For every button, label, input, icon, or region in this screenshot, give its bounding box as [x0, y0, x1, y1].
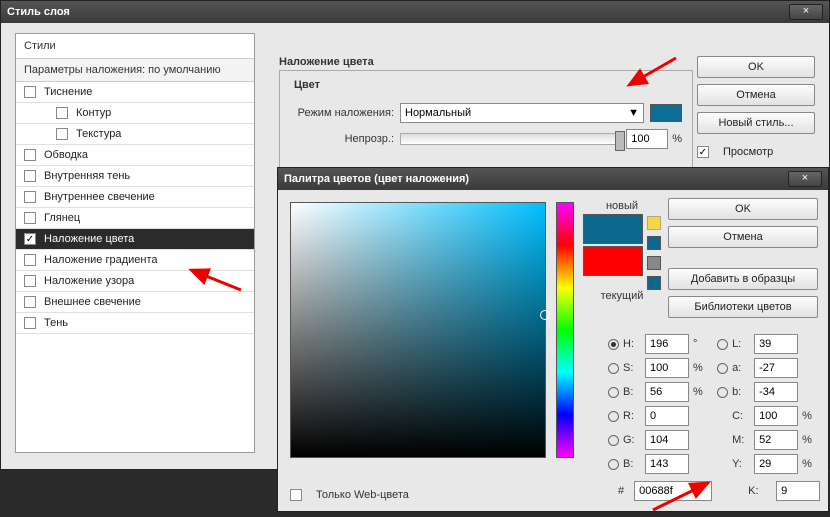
radio-g[interactable] [608, 435, 619, 446]
checkbox-icon[interactable] [24, 275, 36, 287]
styles-panel: Стили Параметры наложения: по умолчанию … [15, 33, 255, 453]
blend-mode-combo[interactable]: Нормальный ▼ [400, 103, 644, 123]
s-input[interactable] [645, 358, 689, 378]
add-swatch-button[interactable]: Добавить в образцы [668, 268, 818, 290]
ok-button[interactable]: OK [668, 198, 818, 220]
style-item-satin[interactable]: Глянец [16, 208, 254, 229]
a-input[interactable] [754, 358, 798, 378]
hue-slider[interactable] [556, 202, 574, 458]
current-color-label: текущий [586, 290, 658, 302]
layer-style-titlebar[interactable]: Стиль слоя × [1, 1, 829, 23]
radio-s[interactable] [608, 363, 619, 374]
checkbox-icon[interactable] [24, 296, 36, 308]
fieldset-title: Цвет [290, 79, 324, 91]
h-input[interactable] [645, 334, 689, 354]
opacity-input[interactable] [626, 129, 668, 149]
checkbox-icon[interactable] [56, 107, 68, 119]
checkbox-icon[interactable] [290, 489, 302, 501]
checkbox-icon[interactable] [24, 170, 36, 182]
b-lab-input[interactable] [754, 382, 798, 402]
b-hsb-input[interactable] [645, 382, 689, 402]
section-title: Наложение цвета [279, 56, 693, 68]
radio-r[interactable] [608, 411, 619, 422]
hex-input[interactable] [634, 481, 712, 501]
blend-options-header[interactable]: Параметры наложения: по умолчанию [16, 59, 254, 82]
style-item-stroke[interactable]: Обводка [16, 145, 254, 166]
new-color-label: новый [586, 200, 658, 212]
radio-l[interactable] [717, 339, 728, 350]
style-item-contour[interactable]: Контур [16, 103, 254, 124]
radio-b-lab[interactable] [717, 387, 728, 398]
style-item-color-overlay[interactable]: Наложение цвета [16, 229, 254, 250]
cancel-button[interactable]: Отмена [668, 226, 818, 248]
checkbox-icon[interactable] [24, 212, 36, 224]
style-item-emboss[interactable]: Тиснение [16, 82, 254, 103]
styles-header[interactable]: Стили [16, 34, 254, 59]
color-field[interactable] [290, 202, 546, 458]
style-item-inner-glow[interactable]: Внутреннее свечение [16, 187, 254, 208]
preview-row[interactable]: Просмотр [697, 146, 815, 158]
overlay-color-swatch[interactable] [650, 104, 682, 122]
checkbox-icon[interactable] [24, 149, 36, 161]
gamut-swatch[interactable] [647, 236, 661, 250]
close-icon[interactable]: × [789, 4, 823, 20]
opacity-slider[interactable] [400, 133, 620, 145]
radio-b-hsb[interactable] [608, 387, 619, 398]
close-icon[interactable]: × [788, 171, 822, 187]
g-input[interactable] [645, 430, 689, 450]
current-color-swatch[interactable] [583, 246, 643, 276]
hash-label: # [618, 485, 624, 497]
opacity-label: Непрозр.: [290, 133, 400, 145]
checkbox-icon[interactable] [24, 191, 36, 203]
style-item-gradient-overlay[interactable]: Наложение градиента [16, 250, 254, 271]
style-item-inner-shadow[interactable]: Внутренняя тень [16, 166, 254, 187]
style-item-drop-shadow[interactable]: Тень [16, 313, 254, 334]
m-input[interactable] [754, 430, 798, 450]
ok-button[interactable]: OK [697, 56, 815, 78]
gamut-warning-icon[interactable] [647, 216, 661, 230]
color-picker-buttons: OK Отмена Добавить в образцы Библиотеки … [668, 198, 818, 318]
new-color-swatch[interactable] [583, 214, 643, 244]
picker-cursor-icon [540, 310, 550, 320]
new-style-button[interactable]: Новый стиль... [697, 112, 815, 134]
hex-row: # K: % [618, 481, 830, 501]
radio-h[interactable] [608, 339, 619, 350]
percent-label: % [672, 133, 682, 145]
color-picker-dialog: Палитра цветов (цвет наложения) × новый [277, 167, 829, 512]
color-libraries-button[interactable]: Библиотеки цветов [668, 296, 818, 318]
radio-b-rgb[interactable] [608, 459, 619, 470]
chevron-down-icon: ▼ [628, 107, 639, 119]
color-picker-title: Палитра цветов (цвет наложения) [284, 173, 788, 185]
style-item-texture[interactable]: Текстура [16, 124, 254, 145]
layer-style-title: Стиль слоя [7, 6, 789, 18]
checkbox-icon[interactable] [24, 254, 36, 266]
c-input[interactable] [754, 406, 798, 426]
r-input[interactable] [645, 406, 689, 426]
k-input[interactable] [776, 481, 820, 501]
websafe-warning-icon[interactable] [647, 256, 661, 270]
checkbox-icon[interactable] [24, 317, 36, 329]
checkbox-icon[interactable] [56, 128, 68, 140]
checkbox-icon[interactable] [697, 146, 709, 158]
style-item-outer-glow[interactable]: Внешнее свечение [16, 292, 254, 313]
cancel-button[interactable]: Отмена [697, 84, 815, 106]
radio-a[interactable] [717, 363, 728, 374]
blend-mode-label: Режим наложения: [290, 107, 400, 119]
checkbox-icon[interactable] [24, 86, 36, 98]
l-input[interactable] [754, 334, 798, 354]
color-fields: H:° S:% B:% R: G: B: L: a: b: C:% M:% Y:… [608, 330, 818, 478]
color-picker-titlebar[interactable]: Палитра цветов (цвет наложения) × [278, 168, 828, 190]
websafe-swatch[interactable] [647, 276, 661, 290]
color-compare: новый текущий [586, 200, 658, 302]
b-rgb-input[interactable] [645, 454, 689, 474]
checkbox-icon[interactable] [24, 233, 36, 245]
style-item-pattern-overlay[interactable]: Наложение узора [16, 271, 254, 292]
y-input[interactable] [754, 454, 798, 474]
web-only-row[interactable]: Только Web-цвета [290, 489, 409, 501]
